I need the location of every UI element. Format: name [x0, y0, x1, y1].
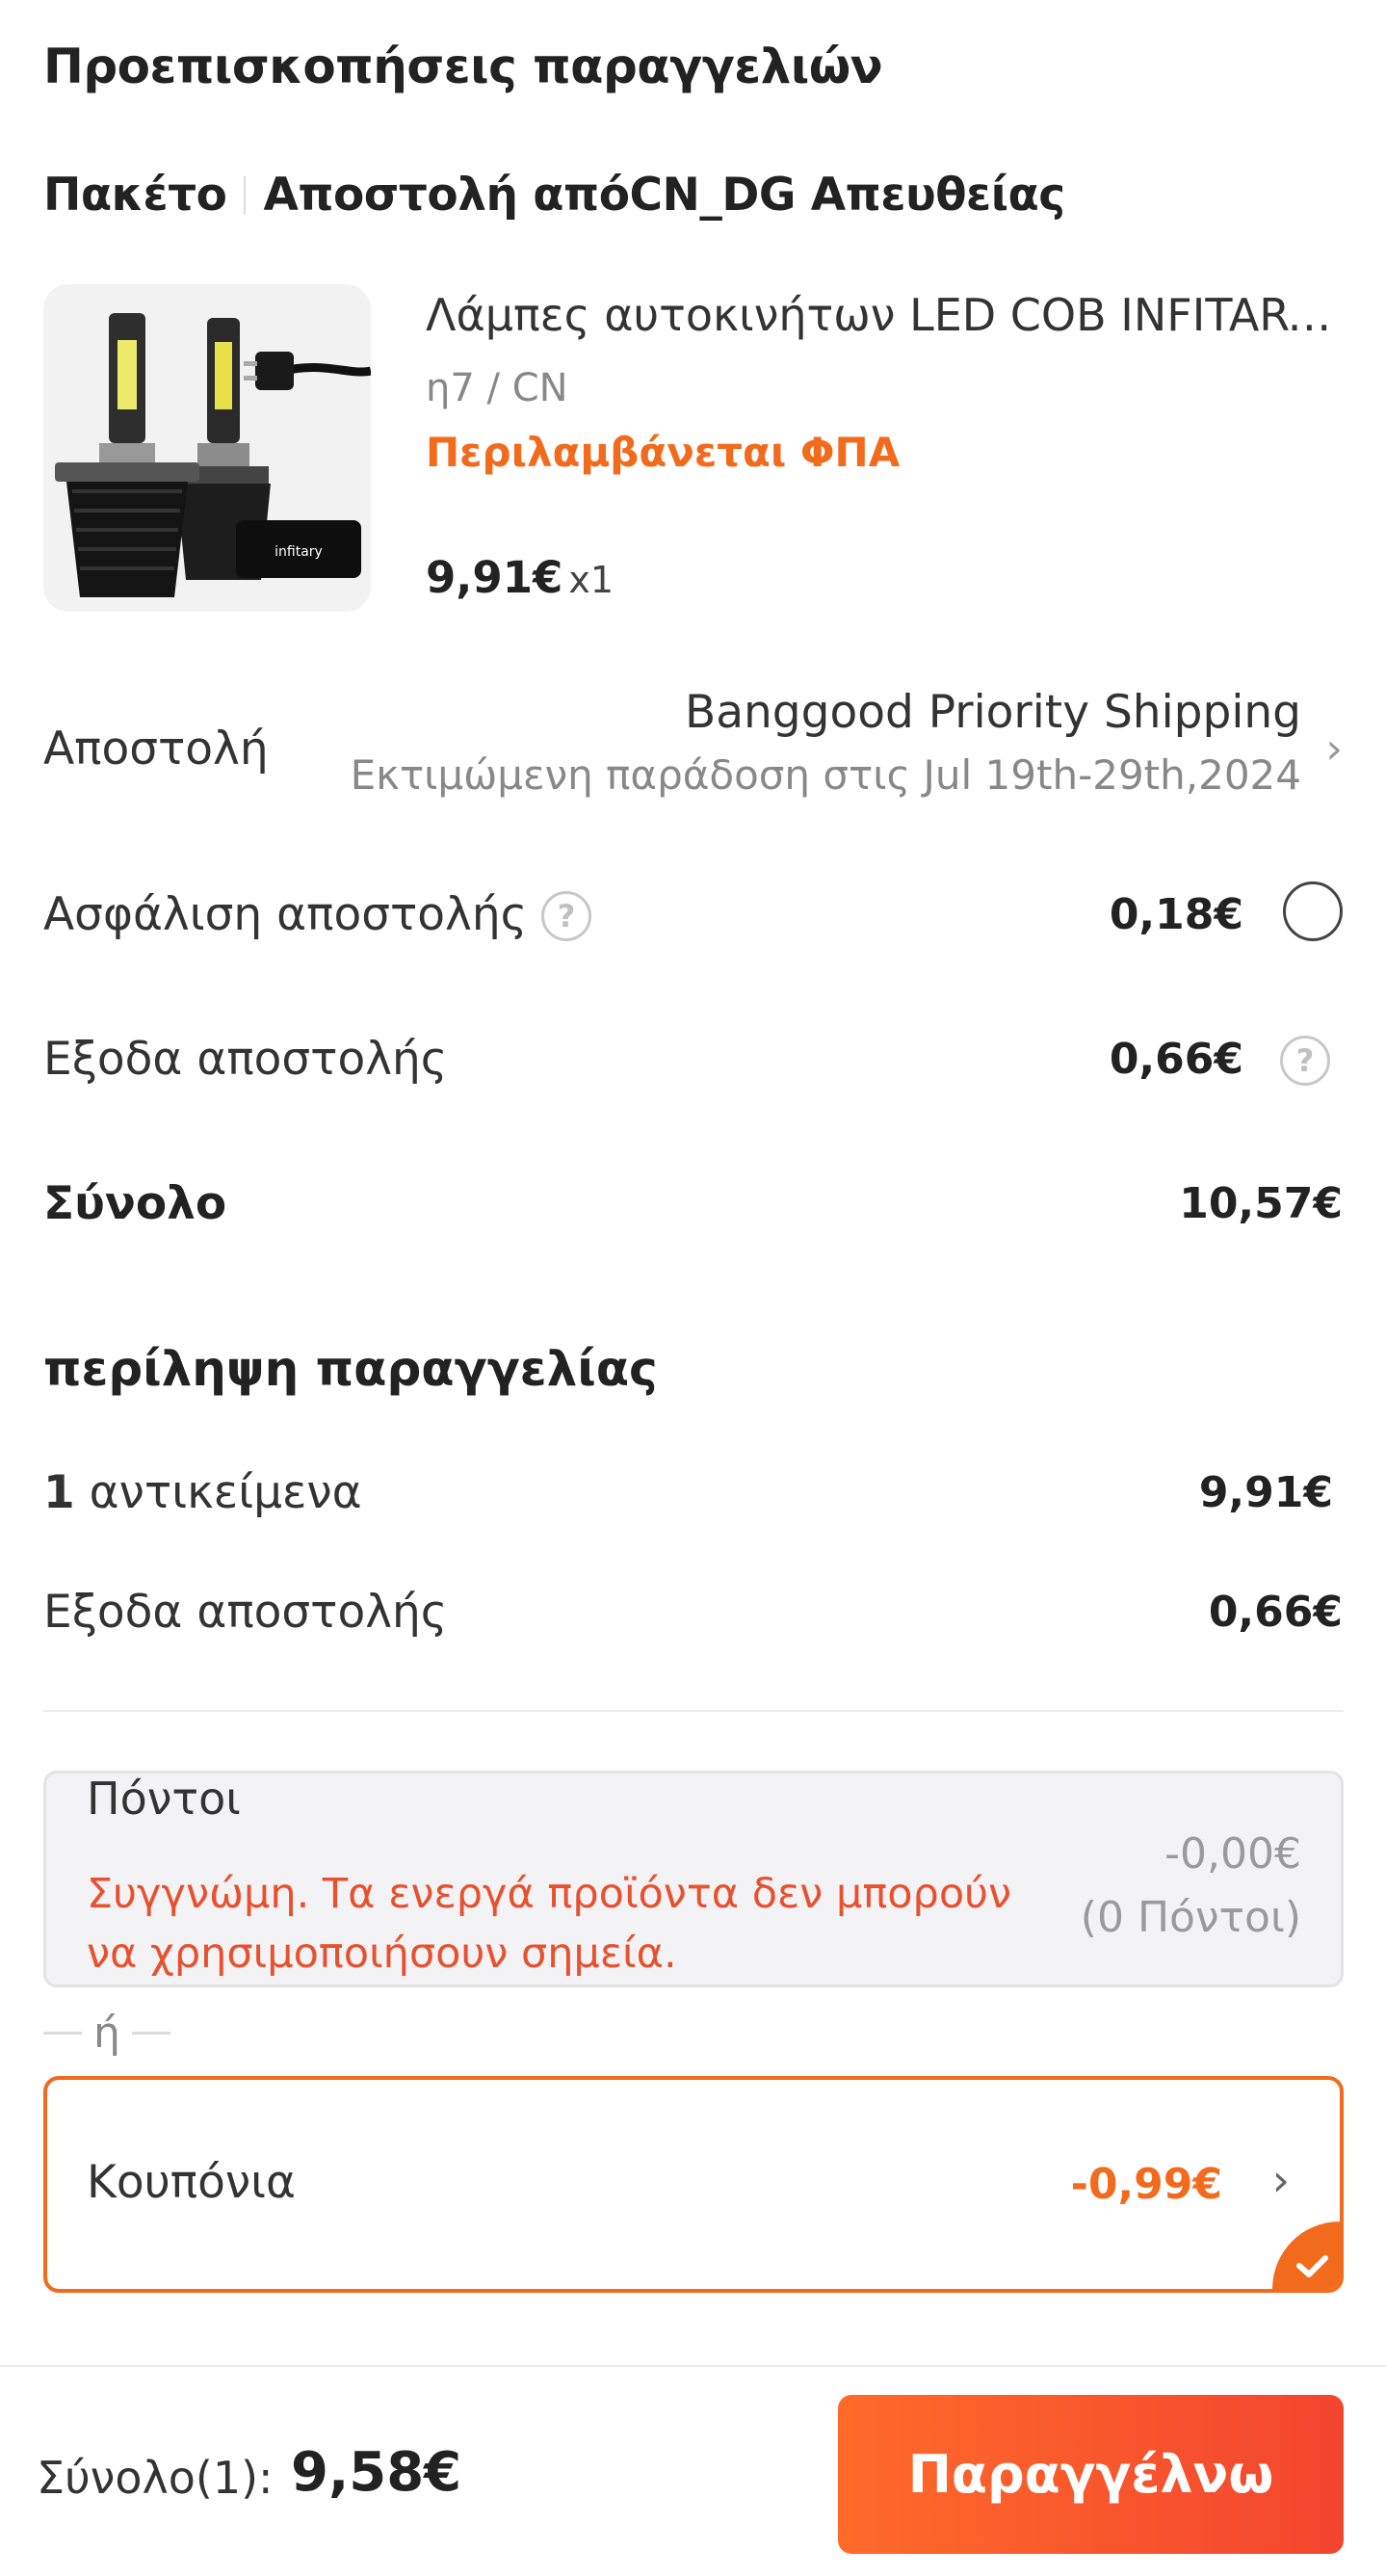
shipping-label: Αποστολή — [43, 723, 269, 775]
page-title: Προεπισκοπήσεις παραγγελιών — [43, 39, 883, 94]
or-label: ή — [93, 2009, 120, 2058]
subtotal-label: Σύνολο — [43, 1177, 227, 1230]
quantity: x1 — [568, 559, 615, 601]
ship-from-label: Αποστολή απόCN_DG Απευθείας — [263, 169, 1065, 222]
points-title: Πόντοι — [87, 1773, 241, 1825]
summary-shipping-value: 0,66€ — [1208, 1588, 1343, 1637]
points-amount: -0,00€ — [1164, 1829, 1301, 1879]
coupons-label: Κουπόνια — [87, 2156, 296, 2209]
points-value: -0,00€ (0 Πόντοι) — [1081, 1823, 1301, 1950]
check-icon — [1272, 2221, 1340, 2289]
product-name[interactable]: Λάμπες αυτοκινήτων LED COB INFITARY... — [426, 289, 1341, 341]
divider — [244, 175, 247, 215]
chevron-right-icon[interactable]: › — [1272, 2154, 1290, 2206]
subtotal-value: 10,57€ — [1179, 1179, 1343, 1228]
or-separator: ή — [43, 2009, 182, 2058]
shipping-cost-label: Εξοδα αποστολής — [43, 1033, 448, 1086]
package-row: Πακέτο Αποστολή απόCN_DG Απευθείας — [43, 169, 1065, 222]
total-label: Σύνολο(1): — [37, 2452, 274, 2504]
place-order-button[interactable]: Παραγγέλνω — [838, 2395, 1344, 2554]
coupons-value: -0,99€ — [1070, 2160, 1222, 2209]
items-row-label: 1 αντικείμενα — [43, 1466, 362, 1519]
points-count: (0 Πόντοι) — [1080, 1893, 1301, 1942]
chevron-right-icon[interactable]: › — [1325, 724, 1343, 774]
items-count: 1 — [43, 1466, 75, 1519]
summary-shipping-label: Εξοδα αποστολής — [43, 1586, 448, 1639]
insurance-radio[interactable] — [1283, 881, 1343, 941]
product-variant: η7 / CN — [426, 366, 568, 410]
insurance-label: Ασφάλιση αποστολής — [43, 888, 528, 941]
question-circle-icon[interactable]: ? — [1280, 1036, 1330, 1086]
items-label: αντικείμενα — [89, 1466, 362, 1519]
divider — [43, 1710, 1344, 1712]
points-error: Συγγνώμη. Τα ενεργά προϊόντα δεν μπορούν… — [87, 1870, 1012, 1978]
summary-title: περίληψη παραγγελίας — [43, 1341, 658, 1397]
delivery-estimate: Εκτιμώμενη παράδοση στις Jul 19th-29th,2… — [350, 751, 1301, 799]
question-circle-icon[interactable]: ? — [541, 891, 591, 941]
vat-note: Περιλαμβάνεται ΦΠΑ — [426, 429, 901, 476]
insurance-value: 0,18€ — [1109, 890, 1243, 939]
svg-text:infitary: infitary — [275, 544, 323, 560]
items-value: 9,91€ — [1198, 1468, 1333, 1517]
product-price: 9,91€ x1 — [426, 552, 614, 603]
price-value: 9,91€ — [426, 552, 563, 603]
shipping-method[interactable]: Banggood Priority Shipping — [685, 686, 1301, 739]
product-image[interactable]: infitary — [43, 284, 371, 612]
total-value: 9,58€ — [291, 2441, 462, 2504]
package-label: Πακέτο — [43, 169, 227, 222]
shipping-cost-value: 0,66€ — [1109, 1035, 1243, 1084]
